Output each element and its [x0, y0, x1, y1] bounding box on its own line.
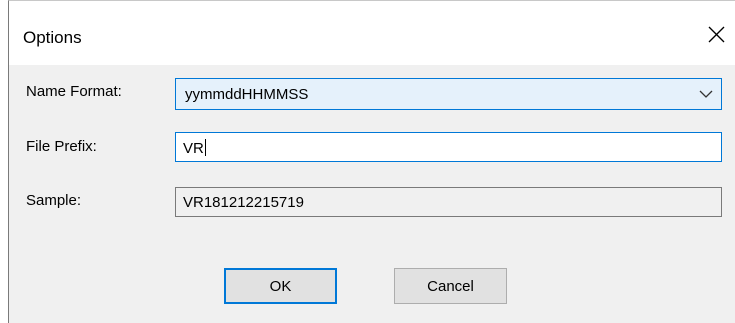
- file-prefix-label: File Prefix:: [26, 138, 97, 155]
- file-prefix-input[interactable]: VR: [175, 132, 722, 162]
- sample-field: VR181212215719: [175, 187, 722, 217]
- file-prefix-value: VR: [183, 140, 204, 157]
- options-dialog: Options Name Format: yymmddHHMMSS File P…: [8, 0, 735, 323]
- name-format-value: yymmddHHMMSS: [185, 86, 309, 103]
- name-format-select[interactable]: yymmddHHMMSS: [175, 78, 722, 110]
- close-button[interactable]: [701, 19, 731, 49]
- cancel-button[interactable]: Cancel: [394, 268, 507, 304]
- text-caret: [204, 139, 206, 156]
- chevron-down-icon[interactable]: [699, 89, 713, 99]
- sample-value: VR181212215719: [183, 194, 304, 211]
- dialog-title: Options: [23, 28, 82, 47]
- name-format-label: Name Format:: [26, 83, 122, 100]
- title-bar: Options: [9, 1, 735, 65]
- sample-label: Sample:: [26, 192, 82, 209]
- close-icon: [708, 26, 724, 42]
- ok-button[interactable]: OK: [224, 268, 337, 304]
